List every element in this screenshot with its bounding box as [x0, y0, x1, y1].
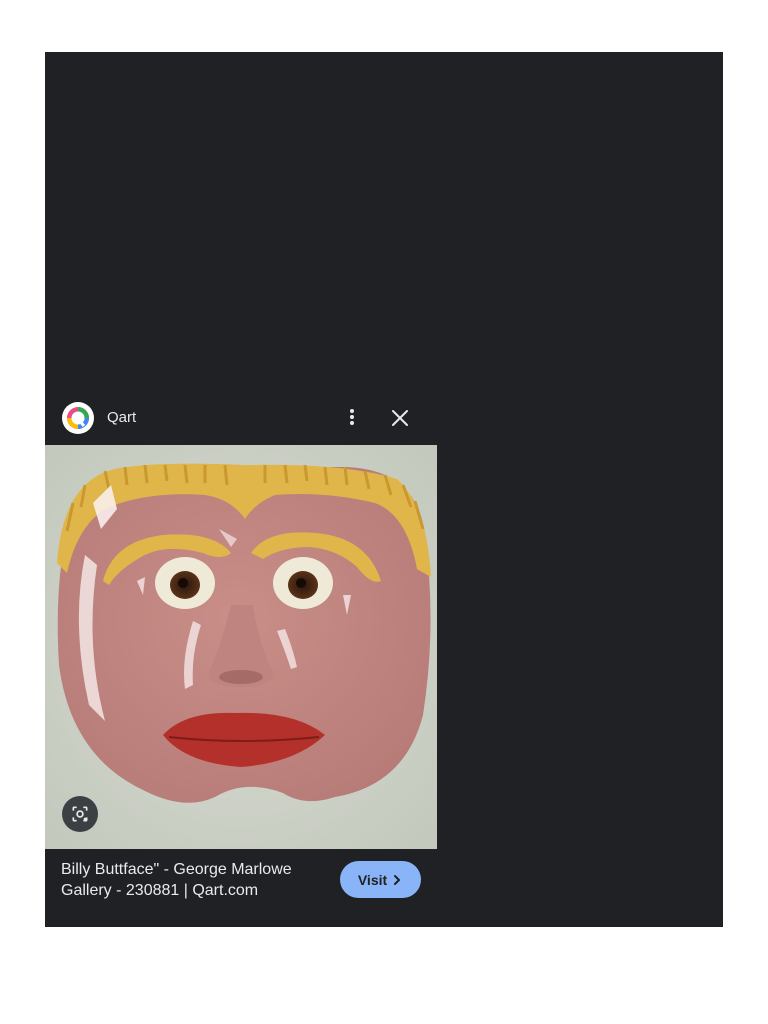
- visit-button[interactable]: Visit: [340, 861, 421, 898]
- more-vert-icon: [350, 409, 354, 425]
- close-icon: [392, 410, 408, 426]
- close-button[interactable]: [388, 406, 412, 430]
- preview-image[interactable]: [45, 445, 437, 849]
- chevron-right-icon: [394, 874, 401, 885]
- more-options-button[interactable]: [340, 405, 364, 429]
- visit-button-label: Visit: [357, 871, 388, 888]
- site-name[interactable]: Qart: [107, 409, 136, 426]
- image-viewer-screen: Qart Billy Buttface" - George Marlowe Ga…: [45, 52, 723, 927]
- lens-search-icon: [72, 806, 88, 822]
- qart-logo-icon[interactable]: [62, 402, 94, 434]
- lens-search-button[interactable]: [62, 796, 98, 832]
- result-caption[interactable]: Billy Buttface" - George Marlowe Gallery…: [61, 859, 331, 901]
